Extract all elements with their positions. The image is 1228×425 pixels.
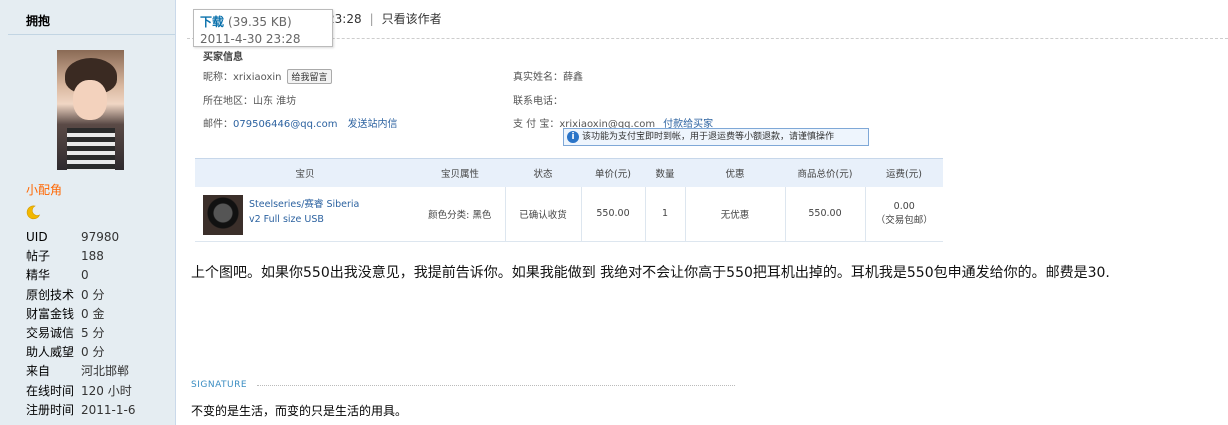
- discount: 无优惠: [685, 186, 786, 242]
- post-main: 23:28 | 只看该作者 买家信息 昵称：xrixiaoxin 给我留言 真实姓名：…: [177, 0, 1228, 425]
- stat-row: 注册时间 2011-1-6: [26, 401, 135, 420]
- stat-label: 原创技术: [26, 287, 75, 302]
- stat-label: 助人威望: [26, 345, 75, 360]
- shipping-note: （交易包邮）: [875, 215, 933, 226]
- stat-label: 帖子: [26, 249, 51, 264]
- stat-label: UID: [26, 230, 48, 244]
- attachment-size: (39.35 KB): [228, 15, 292, 29]
- email-row: 邮件：079506446@qq.com 发送站内信: [203, 115, 398, 130]
- email-label: 邮件：: [203, 119, 233, 130]
- stat-value: 5 分: [81, 325, 105, 340]
- table-row: Steelseries/赛睿 Siberia v2 Full size USB …: [195, 186, 943, 242]
- region-value: 山东 淮坊: [253, 96, 297, 107]
- buyer-info-title: 买家信息: [203, 52, 243, 63]
- signature-label: SIGNATURE: [191, 380, 248, 390]
- product-name: Steelseries/赛睿 Siberia v2 Full size USB: [249, 198, 360, 225]
- stat-row: 精华 0: [26, 266, 135, 285]
- col-header: 优惠: [685, 158, 785, 187]
- nick-row: 昵称：xrixiaoxin 给我留言: [203, 68, 332, 84]
- unit-price: 550.00: [581, 186, 646, 242]
- stat-label: 注册时间: [26, 402, 75, 417]
- attachment-date: 2011-4-30 23:28: [200, 32, 301, 46]
- username[interactable]: 拥抱: [26, 12, 50, 29]
- col-header: 数量: [645, 158, 685, 187]
- col-header: 单价(元): [581, 158, 645, 187]
- col-header: 商品总价(元): [785, 158, 865, 187]
- stat-value: 河北邯郸: [81, 364, 130, 379]
- stat-label: 精华: [26, 268, 51, 283]
- nick-label: 昵称：: [203, 72, 233, 83]
- stat-row: 财富金钱 0 金: [26, 305, 135, 324]
- phone-label: 联系电话：: [513, 96, 563, 107]
- avatar-face: [73, 80, 107, 120]
- refund-tip-text: 该功能为支付宝即时到帐，用于退运费等小额退款，请谨慎操作: [582, 132, 835, 142]
- email-value: 079506446@qq.com: [233, 119, 338, 130]
- stat-row: 在线时间 120 小时: [26, 382, 135, 401]
- stat-value: 0 分: [81, 345, 105, 360]
- post-info: 23:28 | 只看该作者: [327, 10, 442, 27]
- region-row: 所在地区：山东 淮坊: [203, 92, 296, 107]
- avatar-shirt: [67, 128, 115, 170]
- product-attr: 颜色分类: 黑色: [415, 186, 506, 242]
- headphone-thumbnail: [203, 194, 243, 235]
- moon-rank-icon: [26, 205, 41, 220]
- order-table-header: 宝贝 宝贝属性 状态 单价(元) 数量 优惠 商品总价(元) 运费(元): [195, 158, 943, 187]
- stat-row: 来自 河北邯郸: [26, 362, 135, 381]
- col-header: 运费(元): [865, 158, 943, 187]
- realname-value: 薛鑫: [563, 72, 583, 83]
- user-group[interactable]: 小配角: [26, 181, 62, 198]
- info-icon: i: [567, 131, 579, 143]
- author-only-link[interactable]: 只看该作者: [382, 12, 442, 26]
- user-sidebar: 拥抱 小配角 UID 97980 帖子 188 精华 0 原创技术 0 分财富金钱 0 金交易诚…: [0, 0, 176, 425]
- col-header: 宝贝: [195, 158, 415, 187]
- col-header: 状态: [505, 158, 581, 187]
- region-label: 所在地区：: [203, 96, 253, 107]
- stat-value: 188: [81, 249, 104, 264]
- shipping-cell: 0.00 （交易包邮）: [865, 186, 943, 242]
- nick-value: xrixiaoxin: [233, 72, 282, 83]
- download-link[interactable]: 下载: [200, 15, 224, 29]
- product-cell: Steelseries/赛睿 Siberia v2 Full size USB: [195, 186, 415, 242]
- stat-value: 2011-1-6: [81, 402, 136, 417]
- stat-value: 120 小时: [81, 383, 132, 398]
- signature-divider: [257, 385, 735, 386]
- attachment-popup: 下载 (39.35 KB) 2011-4-30 23:28: [193, 9, 333, 47]
- stat-label: 在线时间: [26, 383, 75, 398]
- stat-row: UID 97980: [26, 228, 135, 247]
- stat-label: 交易诚信: [26, 325, 75, 340]
- signature-text: 不变的是生活，而变的只是生活的用具。: [191, 404, 408, 418]
- quantity: 1: [645, 186, 686, 242]
- shipping-fee: 0.00: [893, 201, 915, 212]
- send-message-link: 发送站内信: [347, 119, 398, 130]
- username-divider: [8, 34, 175, 35]
- user-stats: UID 97980 帖子 188 精华 0 原创技术 0 分财富金钱 0 金交易诚信 5 分助人威…: [26, 228, 135, 420]
- stat-row: 原创技术 0 分: [26, 286, 135, 305]
- stat-value: 0 分: [81, 287, 105, 302]
- stat-row: 交易诚信 5 分: [26, 324, 135, 343]
- attachment-image[interactable]: 买家信息 昵称：xrixiaoxin 给我留言 真实姓名：薛鑫 所在地区：山东 淮…: [191, 44, 951, 244]
- phone-row: 联系电话：: [513, 92, 563, 107]
- refund-tip: i 该功能为支付宝即时到帐，用于退运费等小额退款，请谨慎操作: [563, 128, 869, 146]
- post-content: 上个图吧。如果你550出我没意见，我提前告诉你。如果我能做到 我绝对不会让你高于…: [191, 265, 1110, 281]
- realname-row: 真实姓名：薛鑫: [513, 68, 583, 83]
- stat-row: 助人威望 0 分: [26, 343, 135, 362]
- alipay-label: 支 付 宝：: [513, 119, 560, 130]
- order-status: 已确认收货: [505, 186, 582, 242]
- leave-message-button: 给我留言: [287, 69, 332, 84]
- stat-value: 0 金: [81, 306, 105, 321]
- stat-value: 0: [81, 268, 89, 283]
- separator: |: [369, 12, 374, 26]
- order-table: 宝贝 宝贝属性 状态 单价(元) 数量 优惠 商品总价(元) 运费(元) Ste…: [195, 158, 943, 242]
- stat-row: 帖子 188: [26, 247, 135, 266]
- stat-value: 97980: [81, 230, 120, 244]
- stat-label: 财富金钱: [26, 306, 75, 321]
- avatar[interactable]: [57, 50, 124, 170]
- total-price: 550.00: [785, 186, 866, 242]
- post-header-divider: [187, 38, 1228, 39]
- col-header: 宝贝属性: [415, 158, 505, 187]
- stat-label: 来自: [26, 364, 51, 379]
- realname-label: 真实姓名：: [513, 72, 563, 83]
